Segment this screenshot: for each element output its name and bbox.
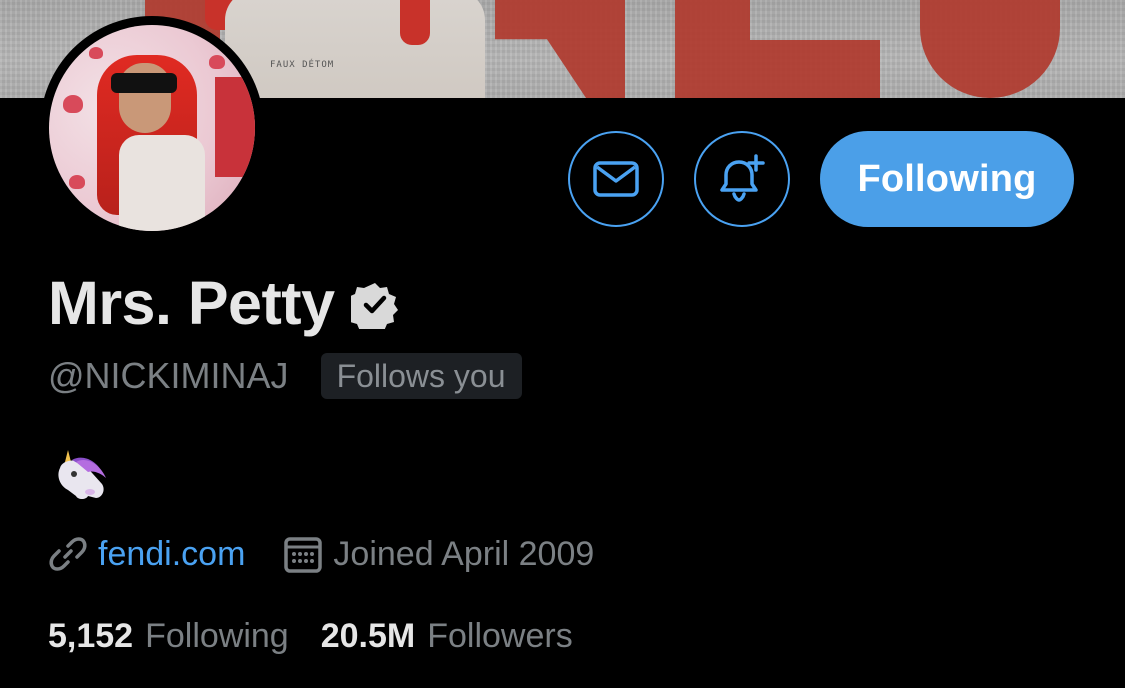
link-icon <box>49 537 87 571</box>
banner-figure <box>225 0 485 98</box>
bell-plus-icon <box>720 154 765 202</box>
profile-name-row: Mrs. Petty <box>48 268 399 338</box>
follows-you-badge: Follows you <box>320 353 522 399</box>
banner-letter-shape <box>675 0 750 98</box>
envelope-icon <box>593 161 639 197</box>
unicorn-emoji <box>58 450 106 499</box>
heart-shape <box>69 175 85 189</box>
profile-meta-row: fendi.com Joined April 2009 <box>48 530 594 578</box>
website-link[interactable]: fendi.com <box>98 535 245 574</box>
profile-handle: @NICKIMINAJ <box>48 355 289 396</box>
heart-shape <box>63 95 83 113</box>
banner-sketch-text: FAUX DÉTOM <box>270 60 335 70</box>
following-count: 5,152 <box>48 617 134 655</box>
handle-row: @NICKIMINAJ Follows you <box>48 353 522 399</box>
banner-hair <box>400 0 430 45</box>
banner-letter-shape <box>495 0 625 98</box>
verified-badge-icon <box>350 283 398 329</box>
heart-shape <box>209 55 225 69</box>
banner-letter-shape <box>750 40 880 98</box>
followers-count: 20.5M <box>320 617 416 655</box>
message-button[interactable] <box>568 131 664 227</box>
display-name: Mrs. Petty <box>48 269 335 337</box>
banner-letter-shape <box>920 0 1060 98</box>
notifications-button[interactable] <box>694 131 790 227</box>
profile-avatar[interactable] <box>40 16 264 240</box>
avatar-image <box>49 25 255 231</box>
profile-stats: 5,152 Following 20.5M Followers <box>48 617 573 656</box>
joined-date: Joined April 2009 <box>333 534 595 573</box>
heart-shape <box>89 47 103 59</box>
followers-stat[interactable]: 20.5M Followers <box>321 617 573 656</box>
following-button[interactable]: Following <box>820 131 1074 227</box>
following-stat[interactable]: 5,152 Following <box>48 617 289 656</box>
following-label: Following <box>145 617 289 655</box>
avatar-sunglasses <box>111 73 177 93</box>
calendar-icon <box>284 537 323 573</box>
avatar-m-letter <box>215 77 255 177</box>
followers-label: Followers <box>427 617 573 655</box>
avatar-body <box>119 135 205 231</box>
